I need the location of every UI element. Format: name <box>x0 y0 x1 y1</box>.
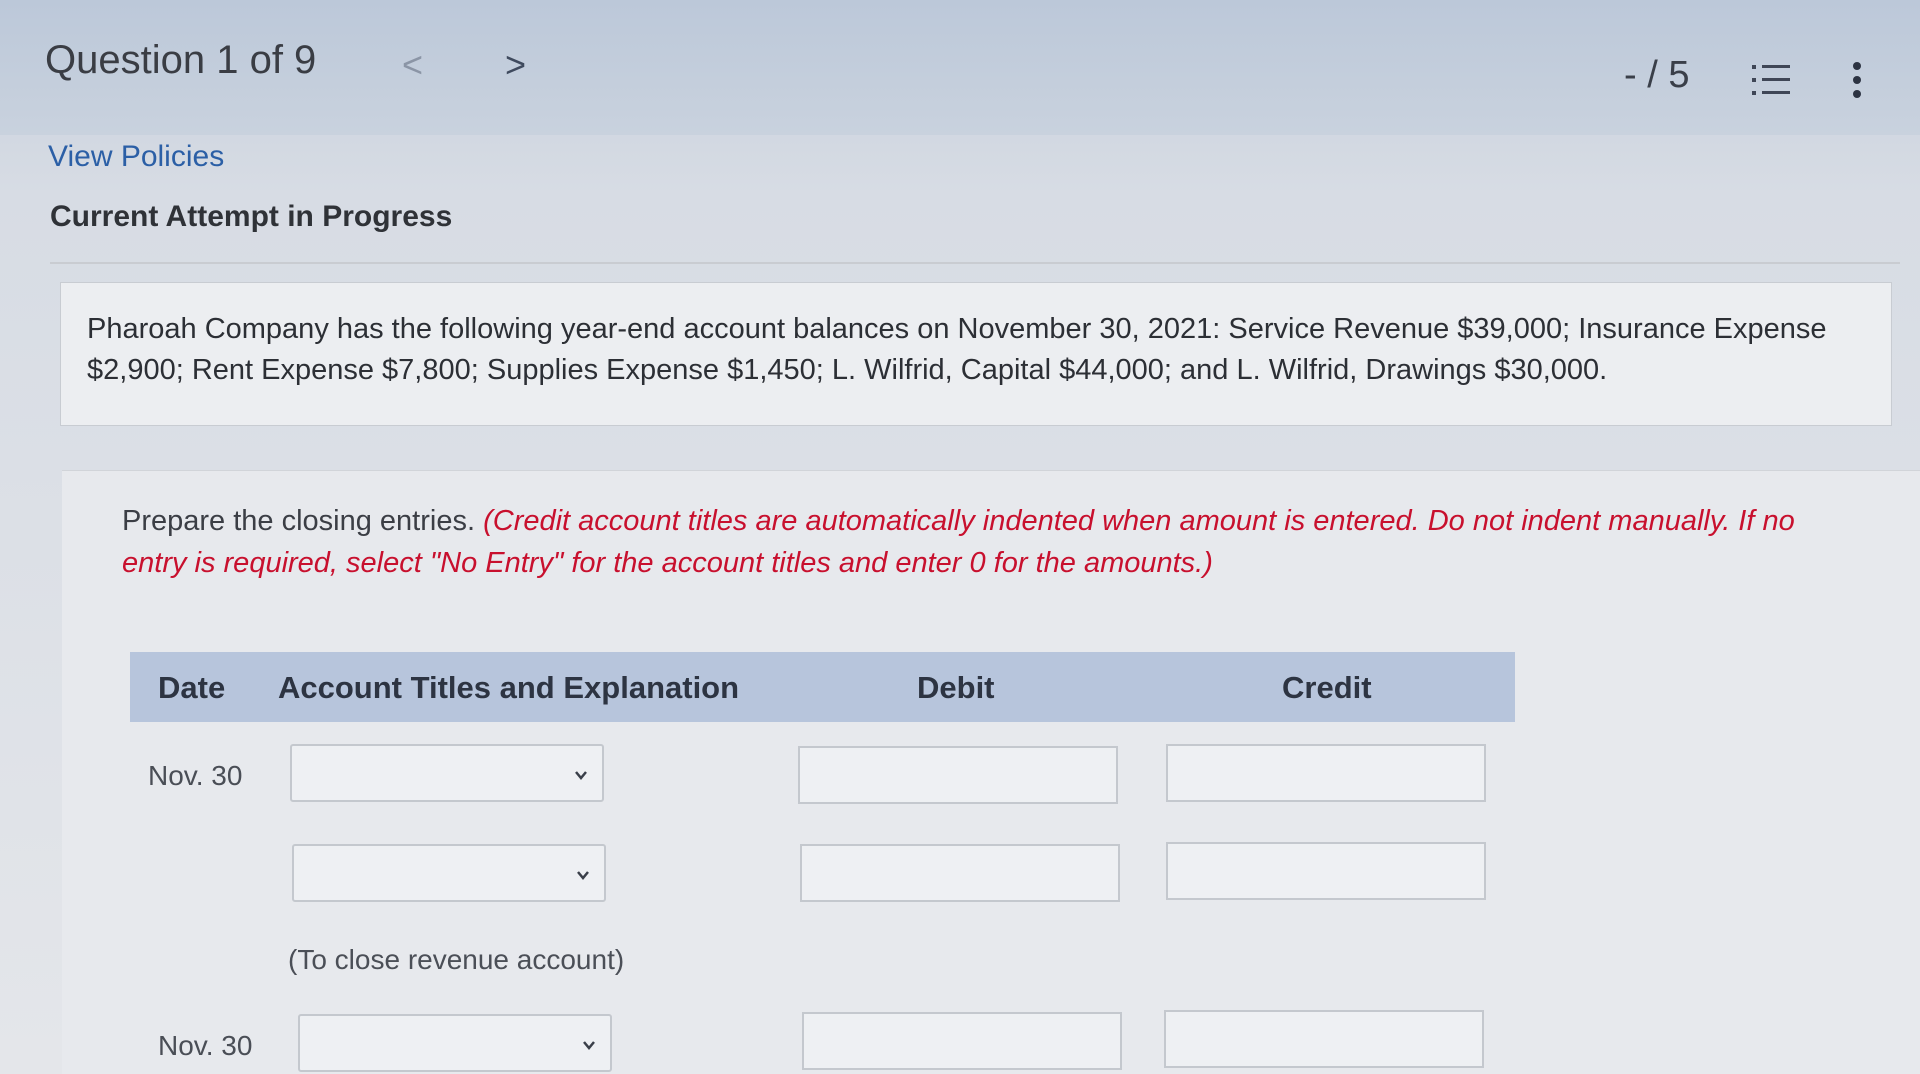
debit-input[interactable] <box>800 844 1120 902</box>
chevron-down-icon <box>575 771 587 780</box>
account-title-select[interactable] <box>292 844 606 902</box>
chevron-down-icon <box>577 871 589 880</box>
header-date: Date <box>158 670 226 705</box>
question-counter: Question 1 of 9 <box>45 38 317 82</box>
divider <box>50 262 1900 264</box>
header-credit: Credit <box>1282 670 1372 705</box>
previous-question-button[interactable]: < <box>402 44 423 86</box>
instructions: Prepare the closing entries. (Credit acc… <box>122 500 1842 584</box>
header-account-titles: Account Titles and Explanation <box>278 670 740 705</box>
debit-input[interactable] <box>802 1012 1122 1070</box>
problem-statement-box: Pharoah Company has the following year-e… <box>60 282 1892 426</box>
journal-table-header: Date Account Titles and Explanation Debi… <box>130 652 1515 722</box>
list-icon[interactable] <box>1752 62 1792 98</box>
account-title-select[interactable] <box>298 1014 612 1072</box>
account-title-select[interactable] <box>290 744 604 802</box>
credit-input[interactable] <box>1166 842 1486 900</box>
entry-explanation: (To close revenue account) <box>288 944 625 975</box>
instructions-lead: Prepare the closing entries. <box>122 505 476 537</box>
chevron-down-icon <box>583 1041 595 1050</box>
score-display: - / 5 <box>1624 54 1690 96</box>
entry-date: Nov. 30 <box>148 760 243 791</box>
next-question-button[interactable]: > <box>505 44 526 86</box>
view-policies-link[interactable]: View Policies <box>48 140 224 174</box>
page: Question 1 of 9 < > - / 5 View Policies … <box>0 0 1920 1074</box>
debit-input[interactable] <box>798 746 1118 804</box>
credit-input[interactable] <box>1164 1010 1484 1068</box>
entry-date: Nov. 30 <box>158 1030 253 1061</box>
more-vertical-icon[interactable] <box>1850 60 1864 100</box>
problem-text: Pharoah Company has the following year-e… <box>87 313 1827 386</box>
header-debit: Debit <box>917 670 995 705</box>
credit-input[interactable] <box>1166 744 1486 802</box>
attempt-status: Current Attempt in Progress <box>50 200 453 233</box>
